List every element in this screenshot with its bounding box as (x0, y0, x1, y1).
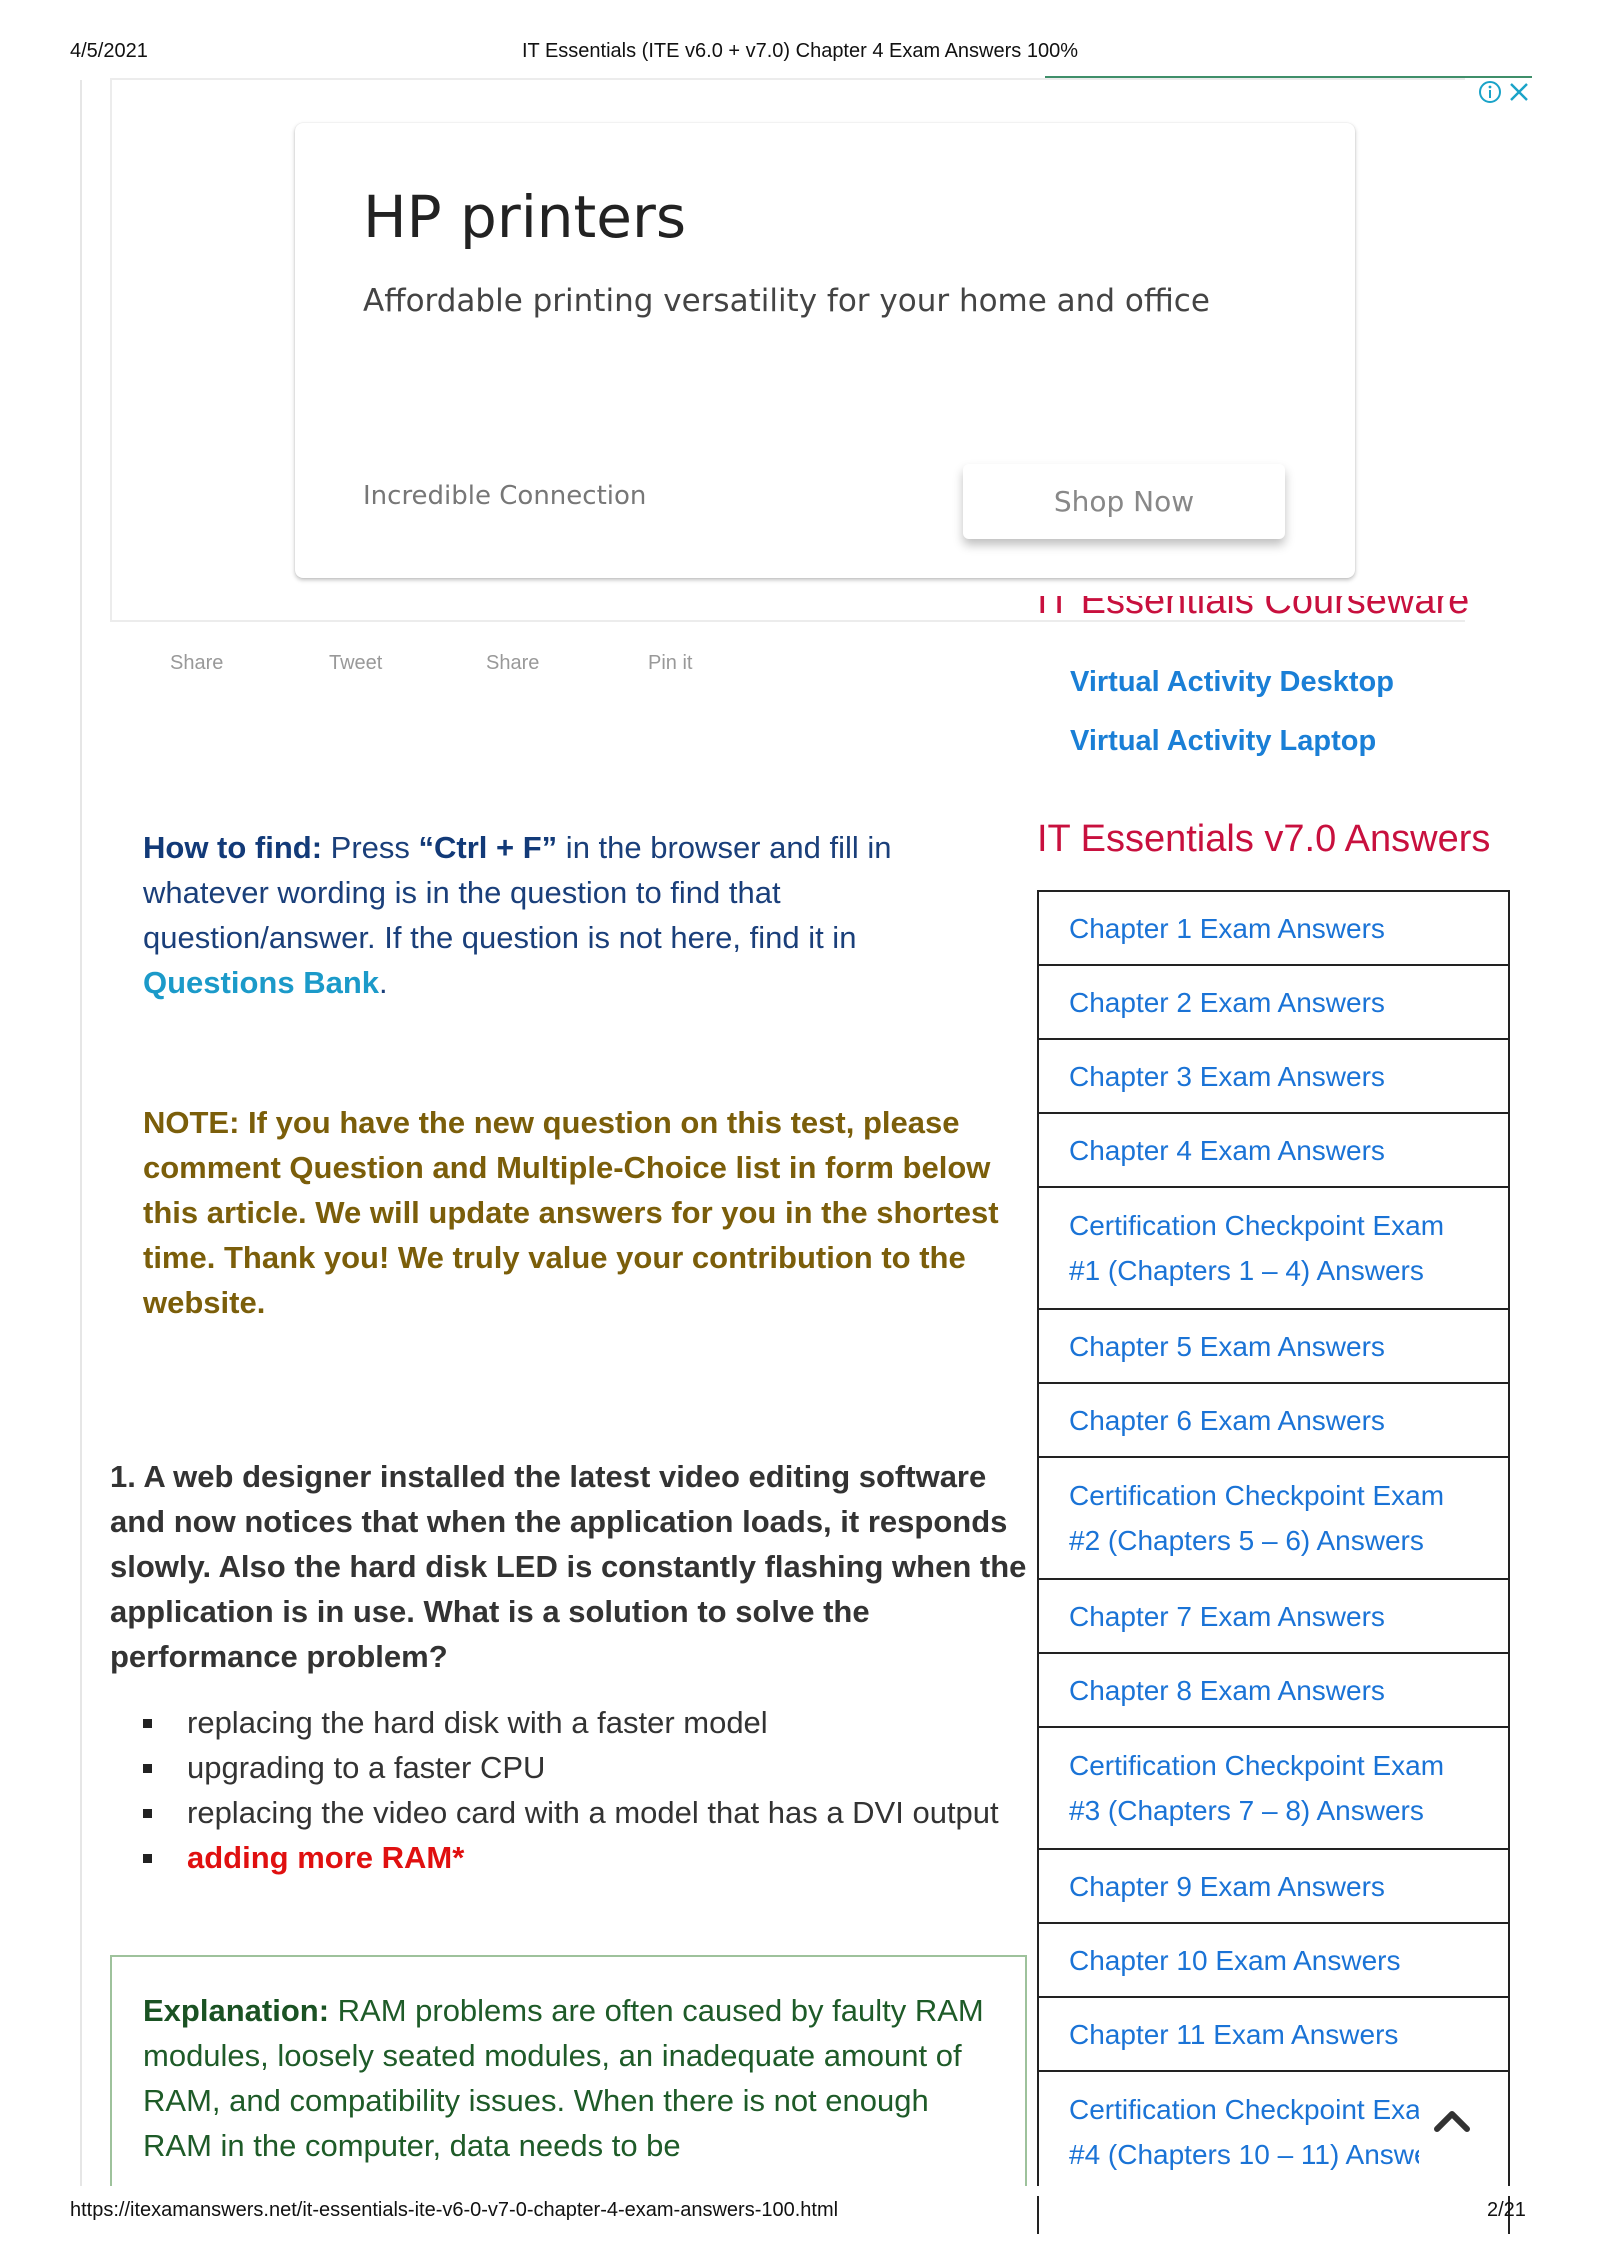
answers-nav-item: Chapter 11 Exam Answers (1039, 1998, 1508, 2072)
answers-nav-item: Chapter 9 Exam Answers (1039, 1850, 1508, 1924)
tweet-button[interactable]: Tweet (329, 652, 382, 675)
answers-nav-item: Chapter 10 Exam Answers (1039, 1924, 1508, 1998)
ad-headline[interactable]: HP printers (363, 183, 686, 251)
answers-nav-link[interactable]: Certification Checkpoint Exam #3 (Chapter… (1069, 1743, 1444, 1833)
virtual-activity-desktop-link[interactable]: Virtual Activity Desktop (1070, 666, 1394, 699)
answers-nav-item: Chapter 3 Exam Answers (1039, 1040, 1508, 1114)
how-to-find-text: How to find: Press “Ctrl + F” in the bro… (143, 830, 892, 1000)
virtual-activity-laptop-link[interactable]: Virtual Activity Laptop (1070, 725, 1376, 758)
ad-card[interactable]: HP printers Affordable printing versatil… (295, 123, 1355, 578)
courseware-heading: IT Essentials Courseware (1037, 596, 1470, 622)
page-number: 2/21 (1487, 2199, 1526, 2221)
question-text: 1. A web designer installed the latest v… (110, 1459, 1027, 1674)
answers-heading: IT Essentials v7.0 Answers (1037, 818, 1491, 860)
chevron-up-icon[interactable] (1432, 2105, 1472, 2135)
answers-nav-item: Certification Checkpoint Exam #3 (Chapter… (1039, 1728, 1508, 1850)
answers-nav-link[interactable]: Chapter 4 Exam Answers (1069, 1128, 1385, 1173)
bullet-icon (143, 1719, 152, 1728)
answers-nav-link[interactable]: Chapter 11 Exam Answers (1069, 2012, 1398, 2057)
answer-option: upgrading to a faster CPU (110, 1745, 1030, 1790)
ad-top-rule (1045, 76, 1532, 78)
ad-advertiser: Incredible Connection (363, 481, 647, 511)
close-icon[interactable] (1508, 81, 1530, 103)
answers-nav-item: Chapter 7 Exam Answers (1039, 1580, 1508, 1654)
page-border (80, 80, 82, 2186)
answers-nav-link[interactable]: Chapter 10 Exam Answers (1069, 1938, 1401, 1983)
shop-now-button[interactable]: Shop Now (963, 464, 1285, 539)
how-to-find-label: How to find: (143, 830, 323, 865)
answers-nav-link[interactable]: Chapter 8 Exam Answers (1069, 1668, 1385, 1713)
print-url: https://itexamanswers.net/it-essentials-… (70, 2199, 839, 2221)
answers-nav-item: Chapter 2 Exam Answers (1039, 966, 1508, 1040)
pin-it-button[interactable]: Pin it (648, 652, 692, 675)
ad-description: Affordable printing versatility for your… (363, 283, 1210, 319)
answers-nav-list: Chapter 1 Exam Answers Chapter 2 Exam Ans… (1037, 890, 1510, 2234)
answers-nav-item: Chapter 4 Exam Answers (1039, 1114, 1508, 1188)
info-icon[interactable] (1478, 80, 1502, 104)
answers-nav-link[interactable]: Certification Checkpoint Exam #2 (Chapter… (1069, 1473, 1444, 1563)
explanation-text: Explanation: RAM problems are often caus… (143, 1993, 984, 2163)
answers-nav-item: Chapter 8 Exam Answers (1039, 1654, 1508, 1728)
answers-nav-link[interactable]: Chapter 1 Exam Answers (1069, 906, 1385, 951)
note-text: NOTE: If you have the new question on th… (143, 1105, 999, 1320)
share-button-linkedin[interactable]: Share (486, 652, 539, 675)
answers-nav-link[interactable]: Chapter 6 Exam Answers (1069, 1398, 1385, 1443)
answers-nav-link[interactable]: Chapter 7 Exam Answers (1069, 1594, 1385, 1639)
answers-nav-link[interactable]: Certification Checkpoint Exam #1 (Chapter… (1069, 1203, 1444, 1293)
bullet-icon (143, 1854, 152, 1863)
answers-nav-item: Chapter 1 Exam Answers (1039, 892, 1508, 966)
answers-nav-link[interactable]: Chapter 5 Exam Answers (1069, 1324, 1385, 1369)
answer-option: replacing the video card with a model th… (110, 1790, 1030, 1835)
explanation-label: Explanation: (143, 1993, 330, 2028)
answers-nav-item: Certification Checkpoint Exam #2 (Chapter… (1039, 1458, 1508, 1580)
answers-nav-item: Chapter 6 Exam Answers (1039, 1384, 1508, 1458)
answer-option: replacing the hard disk with a faster mo… (110, 1700, 1030, 1745)
answers-nav-item: Chapter 5 Exam Answers (1039, 1310, 1508, 1384)
shortcut-text: “Ctrl + F” (418, 830, 558, 865)
ad-controls (1478, 80, 1530, 104)
bullet-icon (143, 1809, 152, 1818)
answers-nav-link[interactable]: Chapter 2 Exam Answers (1069, 980, 1385, 1025)
questions-bank-link[interactable]: Questions Bank (143, 965, 379, 1000)
answers-nav-item-partial (1039, 2194, 1508, 2234)
page-cut (0, 2186, 1600, 2196)
answers-nav-link[interactable]: Certification Checkpoint Exam #4 (Chapter… (1069, 2087, 1419, 2177)
answer-option-correct: adding more RAM* (110, 1835, 1030, 1880)
answer-options: replacing the hard disk with a faster mo… (110, 1700, 1030, 1880)
answers-nav-item: Certification Checkpoint Exam #1 (Chapter… (1039, 1188, 1508, 1310)
answers-nav-link[interactable]: Chapter 9 Exam Answers (1069, 1864, 1385, 1909)
answers-nav-link[interactable]: Chapter 3 Exam Answers (1069, 1054, 1385, 1099)
share-button-facebook[interactable]: Share (170, 652, 223, 675)
bullet-icon (143, 1764, 152, 1773)
print-title: IT Essentials (ITE v6.0 + v7.0) Chapter … (522, 40, 1078, 62)
